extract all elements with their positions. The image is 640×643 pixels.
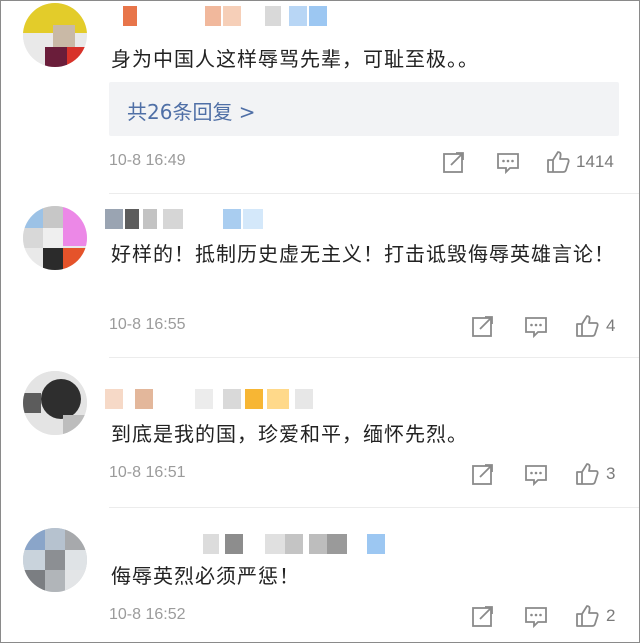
comment-icon[interactable] <box>523 313 549 339</box>
like-count: 2 <box>606 606 616 625</box>
comment-text: 身为中国人这样辱骂先辈，可耻至极。。 <box>111 47 479 71</box>
share-icon[interactable] <box>441 149 467 175</box>
thumbs-up-icon[interactable] <box>574 461 600 487</box>
thumbs-up-icon[interactable] <box>574 603 600 629</box>
like-count: 3 <box>606 464 616 483</box>
comment-icon[interactable] <box>523 603 549 629</box>
comment-meta: 10-8 16:55 4 <box>1 311 639 341</box>
comment-text: 到底是我的国，珍爱和平，缅怀先烈。 <box>111 422 468 446</box>
thumbs-up-icon[interactable] <box>574 313 600 339</box>
comment-meta: 10-8 16:51 3 <box>1 459 639 489</box>
avatar[interactable] <box>23 528 87 592</box>
timestamp: 10-8 16:55 <box>109 316 186 333</box>
comment-list: 身为中国人这样辱骂先辈，可耻至极。。 共26条回复 > 10-8 16:49 1… <box>0 0 640 643</box>
avatar[interactable] <box>23 3 87 67</box>
avatar[interactable] <box>23 206 87 270</box>
divider <box>109 193 639 194</box>
avatar[interactable] <box>23 371 87 435</box>
share-icon[interactable] <box>470 461 496 487</box>
timestamp: 10-8 16:52 <box>109 606 186 623</box>
comment-text: 好样的！抵制历史虚无主义！打击诋毁侮辱英雄言论！ <box>111 242 615 266</box>
replies-label[interactable]: 共26条回复 > <box>127 96 256 125</box>
share-icon[interactable] <box>470 313 496 339</box>
comment-icon[interactable] <box>495 149 521 175</box>
like-count: 4 <box>606 316 616 335</box>
comment-text: 侮辱英烈必须严惩！ <box>111 564 300 588</box>
thumbs-up-icon[interactable] <box>545 149 571 175</box>
divider <box>109 507 639 508</box>
replies-link[interactable]: 共26条回复 > <box>109 82 619 136</box>
timestamp: 10-8 16:51 <box>109 464 186 481</box>
comment-meta: 10-8 16:52 2 <box>1 601 639 631</box>
comment-meta: 10-8 16:49 1414 <box>1 147 639 177</box>
timestamp: 10-8 16:49 <box>109 152 186 169</box>
divider <box>109 357 639 358</box>
share-icon[interactable] <box>470 603 496 629</box>
comment-icon[interactable] <box>523 461 549 487</box>
like-count: 1414 <box>576 152 614 171</box>
